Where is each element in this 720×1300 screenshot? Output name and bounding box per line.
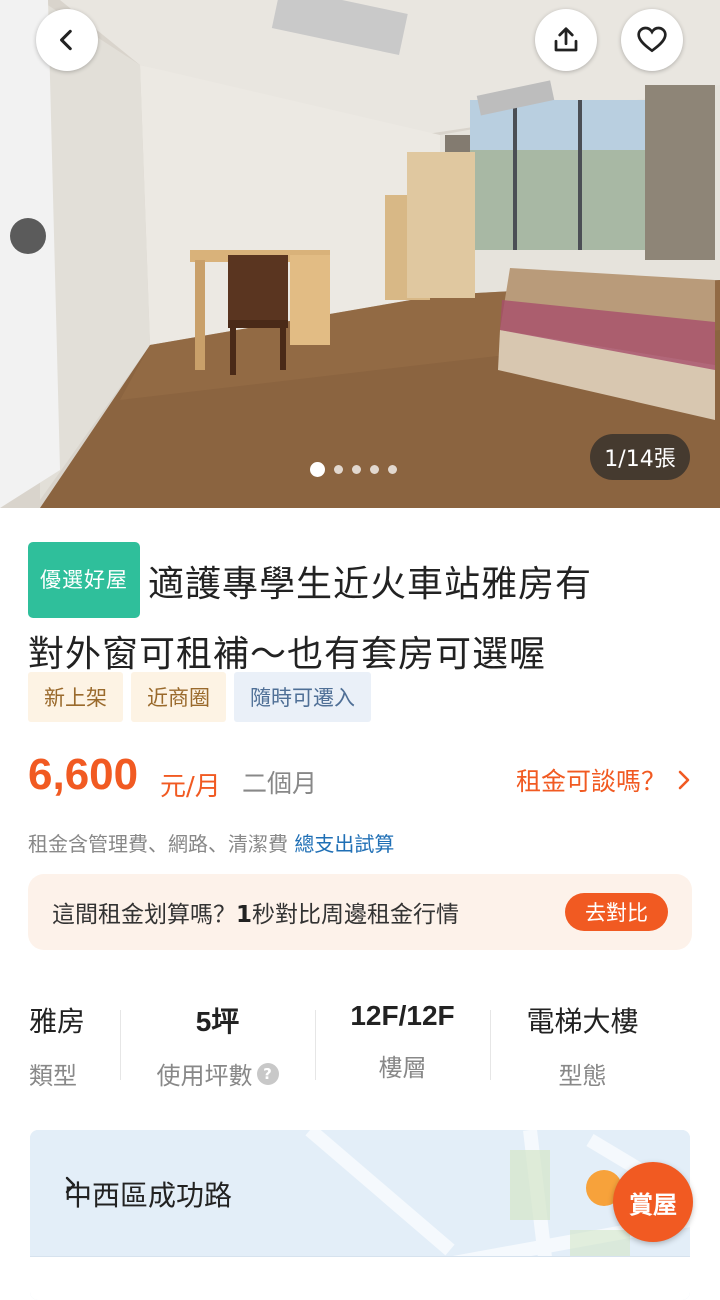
compare-text-bold: 1	[236, 902, 253, 928]
compare-text: 這間租金划算嗎？1秒對比周邊租金行情	[52, 895, 459, 929]
spec-value: 5坪	[195, 1006, 240, 1037]
spec-label: 使用坪數	[156, 1062, 253, 1090]
heart-icon	[637, 26, 667, 53]
spec-value: 12F/12F	[350, 1000, 455, 1031]
spec-divider	[315, 1010, 316, 1080]
spec-divider	[490, 1010, 491, 1080]
listing-title: 優選好屋 適護專學生近火車站雅房有 對外窗可租補～也有套房可選喔	[28, 542, 692, 686]
title-text-1: 適護專學生近火車站雅房有	[148, 564, 593, 605]
feature-tags: 新上架 近商圈 隨時可遷入	[28, 672, 371, 722]
spec-label: 型態	[558, 1062, 607, 1090]
photo-counter: 1/14張	[590, 434, 690, 480]
spec-label: 樓層	[378, 1054, 427, 1082]
rent-compare-banner[interactable]: 這間租金划算嗎？1秒對比周邊租金行情 去對比	[28, 874, 692, 950]
spec-value: 電梯大樓	[526, 1005, 639, 1038]
tag-new-listing: 新上架	[28, 672, 123, 722]
rent-unit: 元/月	[160, 772, 221, 802]
spec-summary: 雅房 類型 5坪 使用坪數 ? 12F/12F 樓層 電梯大樓 型態	[0, 1000, 720, 1092]
room-photo	[0, 0, 720, 508]
help-icon[interactable]: ?	[256, 1062, 279, 1085]
total-cost-link[interactable]: 總支出試算	[294, 832, 394, 856]
fee-note-text: 租金含管理費、網路、清潔費	[28, 832, 288, 856]
price-row: 6,600 元/月 二個月 租金可談嗎？	[28, 750, 692, 810]
carousel-dot	[310, 462, 325, 477]
carousel-dots	[310, 462, 397, 477]
visit-button[interactable]: 賞屋	[613, 1162, 693, 1242]
map-address[interactable]: 中西區成功路	[64, 1174, 232, 1214]
carousel-dot	[352, 465, 361, 474]
spec-building: 電梯大樓 型態	[515, 1000, 650, 1091]
compare-button[interactable]: 去對比	[565, 893, 668, 931]
negotiate-label: 租金可談嗎？	[515, 767, 666, 796]
carousel-dot	[334, 465, 343, 474]
chevron-left-icon	[60, 29, 72, 51]
share-button[interactable]	[535, 9, 597, 71]
rent-amount: 6,600	[28, 750, 139, 799]
carousel-dot	[370, 465, 379, 474]
tag-move-in-anytime: 隨時可遷入	[234, 672, 371, 722]
premium-badge: 優選好屋	[28, 542, 140, 618]
tag-near-shops: 近商圈	[131, 672, 226, 722]
negotiate-link[interactable]: 租金可談嗎？	[516, 762, 692, 798]
map-card-footer	[30, 1256, 690, 1300]
listing-photo-carousel[interactable]: 1/14張	[0, 0, 720, 508]
favorite-button[interactable]	[621, 9, 683, 71]
spec-value: 雅房	[29, 1005, 86, 1038]
share-icon	[554, 27, 578, 52]
location-map-card[interactable]: 中西區成功路	[30, 1130, 690, 1300]
spec-label: 類型	[29, 1062, 77, 1090]
spec-area: 5坪 使用坪數 ?	[150, 1000, 285, 1091]
deposit-term: 二個月	[242, 769, 318, 798]
address-text: 中西區成功路	[64, 1179, 233, 1212]
carousel-dot	[388, 465, 397, 474]
chevron-right-icon	[678, 770, 690, 790]
back-button[interactable]	[36, 9, 98, 71]
spec-floor: 12F/12F 樓層	[330, 1000, 475, 1083]
fee-note: 租金含管理費、網路、清潔費 總支出試算	[28, 828, 394, 857]
compare-text-part: 這間租金划算嗎？	[52, 902, 236, 928]
spec-type: 雅房 類型	[29, 1000, 85, 1091]
compare-text-part: 秒對比周邊租金行情	[252, 902, 460, 928]
spec-divider	[120, 1010, 121, 1080]
chevron-right-icon	[65, 1176, 76, 1194]
spec-label-row: 使用坪數 ?	[150, 1056, 285, 1091]
title-line-1: 優選好屋 適護專學生近火車站雅房有	[28, 542, 692, 624]
